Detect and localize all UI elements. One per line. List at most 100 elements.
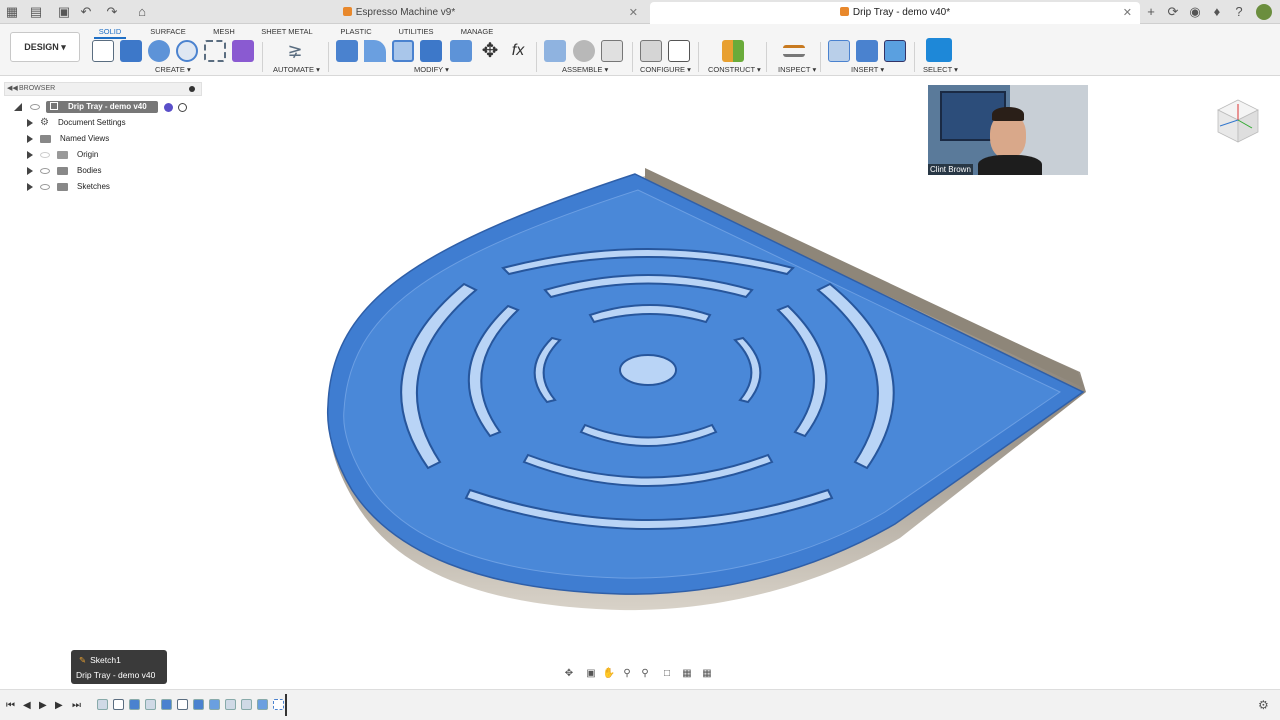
workspace-switcher[interactable]: DESIGN ▾ — [10, 32, 80, 62]
new-component-icon[interactable] — [544, 40, 566, 62]
shell-icon[interactable] — [392, 40, 414, 62]
insert-group-label[interactable]: INSERT ▾ — [851, 65, 884, 74]
view-cube[interactable] — [1212, 96, 1264, 148]
grid-settings-icon[interactable]: ▦ — [680, 668, 694, 680]
extrude-icon[interactable] — [120, 40, 142, 62]
tab-manage[interactable]: MANAGE — [460, 25, 494, 39]
timeline-feature[interactable] — [209, 699, 220, 710]
select-icon[interactable] — [926, 38, 952, 62]
grid-icon[interactable]: ▦ — [4, 4, 20, 20]
timeline-feature[interactable] — [225, 699, 236, 710]
look-at-icon[interactable]: ▣ — [584, 668, 598, 680]
job-status-icon[interactable]: ◉ — [1187, 4, 1203, 20]
create-sketch-icon[interactable] — [92, 40, 114, 62]
go-to-end-icon[interactable]: ⏭ — [72, 700, 81, 712]
undo-icon[interactable]: ↶ — [78, 4, 94, 20]
save-icon[interactable]: ▣ — [56, 4, 72, 20]
refresh-icon[interactable]: ⟳ — [1165, 4, 1181, 20]
fillet-icon[interactable] — [364, 40, 386, 62]
automate-icon[interactable]: ⪈ — [284, 40, 306, 62]
timeline-feature[interactable] — [241, 699, 252, 710]
bom-icon[interactable] — [601, 40, 623, 62]
play-icon[interactable]: ▶ — [39, 700, 47, 712]
notification-icon[interactable]: ♦ — [1209, 4, 1225, 20]
timeline-marker[interactable] — [285, 694, 287, 716]
pattern-icon[interactable] — [204, 40, 226, 62]
pan-icon[interactable]: ✋ — [602, 668, 616, 680]
joint-icon[interactable] — [573, 40, 595, 62]
help-icon[interactable]: ? — [1231, 4, 1247, 20]
insert-derive-icon[interactable] — [828, 40, 850, 62]
close-icon[interactable]: ✕ — [1123, 2, 1132, 24]
tab-mesh[interactable]: MESH — [210, 25, 238, 39]
redo-icon[interactable]: ↷ — [104, 4, 120, 20]
model-viewport[interactable] — [0, 77, 1280, 689]
toolbar-ribbon: DESIGN ▾ SOLID SURFACE MESH SHEET METAL … — [0, 24, 1280, 76]
drip-tray-model[interactable] — [326, 168, 1086, 611]
user-avatar-icon[interactable] — [1256, 4, 1272, 20]
group-divider — [262, 42, 263, 72]
configuration-table-icon[interactable] — [668, 40, 690, 62]
timeline-bar: ⏮ ◀ ▶ ▶ ⏭ ⚙ — [0, 689, 1280, 720]
inspect-group-label[interactable]: INSPECT ▾ — [778, 65, 816, 74]
settings-gear-icon[interactable]: ⚙ — [1258, 698, 1269, 712]
timeline-feature[interactable] — [145, 699, 156, 710]
close-icon[interactable]: ✕ — [629, 2, 638, 24]
timeline-feature[interactable] — [273, 699, 284, 710]
timeline-feature[interactable] — [161, 699, 172, 710]
form-icon[interactable] — [232, 40, 254, 62]
fit-icon[interactable]: ⚲ — [638, 668, 652, 680]
create-group-label[interactable]: CREATE ▾ — [155, 65, 191, 74]
timeline-tooltip: ✎ Sketch1 Drip Tray - demo v40 — [71, 650, 167, 684]
move-icon[interactable]: ✥ — [479, 40, 501, 62]
parameters-icon[interactable]: fx — [507, 40, 529, 62]
group-divider — [766, 42, 767, 72]
combine-icon[interactable] — [420, 40, 442, 62]
go-to-start-icon[interactable]: ⏮ — [6, 700, 15, 712]
step-back-icon[interactable]: ◀ — [23, 700, 31, 712]
tab-espresso-machine[interactable]: Espresso Machine v9* ✕ — [152, 2, 646, 24]
insert-mesh-icon[interactable] — [856, 40, 878, 62]
timeline-sketch[interactable] — [113, 699, 124, 710]
press-pull-icon[interactable] — [336, 40, 358, 62]
orbit-icon[interactable]: ✥ — [562, 668, 576, 680]
display-settings-icon[interactable]: □ — [660, 668, 674, 680]
timeline-feature[interactable] — [193, 699, 204, 710]
measure-icon[interactable] — [783, 45, 805, 57]
tab-solid[interactable]: SOLID — [94, 25, 126, 39]
assemble-group-label[interactable]: ASSEMBLE ▾ — [562, 65, 608, 74]
tab-drip-tray[interactable]: Drip Tray - demo v40* ✕ — [650, 2, 1140, 24]
modify-group-label[interactable]: MODIFY ▾ — [414, 65, 449, 74]
center-drain-hole — [619, 354, 677, 386]
tab-surface[interactable]: SURFACE — [150, 25, 186, 39]
tab-label: Drip Tray - demo v40* — [852, 7, 951, 18]
timeline-feature[interactable] — [257, 699, 268, 710]
select-group-label[interactable]: SELECT ▾ — [923, 65, 958, 74]
viewports-icon[interactable]: ▦ — [700, 668, 714, 680]
timeline-sketch[interactable] — [177, 699, 188, 710]
group-divider — [820, 42, 821, 72]
revolve-icon[interactable] — [148, 40, 170, 62]
timeline-feature[interactable] — [129, 699, 140, 710]
timeline-feature[interactable] — [97, 699, 108, 710]
offset-plane-icon[interactable] — [722, 40, 744, 62]
automate-group-label[interactable]: AUTOMATE ▾ — [273, 65, 320, 74]
tab-plastic[interactable]: PLASTIC — [338, 25, 374, 39]
split-body-icon[interactable] — [450, 40, 472, 62]
new-tab-icon[interactable]: + — [1143, 4, 1159, 20]
home-icon[interactable]: ⌂ — [134, 4, 150, 20]
zoom-icon[interactable]: ⚲ — [620, 668, 634, 680]
configure-icon[interactable] — [640, 40, 662, 62]
tab-utilities[interactable]: UTILITIES — [396, 25, 436, 39]
insert-canvas-icon[interactable] — [884, 40, 906, 62]
file-icon[interactable]: ▤ — [28, 4, 44, 20]
step-forward-icon[interactable]: ▶ — [55, 700, 63, 712]
workspace-label: DESIGN — [24, 42, 59, 52]
construct-group-label[interactable]: CONSTRUCT ▾ — [708, 65, 761, 74]
hole-icon[interactable] — [176, 40, 198, 62]
design-file-icon — [839, 7, 849, 16]
design-file-icon — [342, 7, 352, 16]
configure-group-label[interactable]: CONFIGURE ▾ — [640, 65, 691, 74]
tab-sheet-metal[interactable]: SHEET METAL — [260, 25, 314, 39]
group-divider — [328, 42, 329, 72]
